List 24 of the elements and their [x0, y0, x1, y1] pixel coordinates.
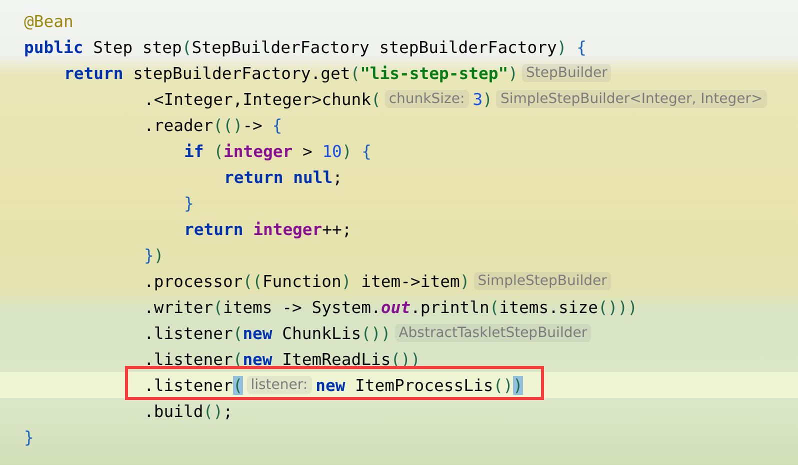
code-text: .processor((Function) item->item)	[144, 272, 470, 290]
inlay-hint: chunkSize:	[384, 90, 469, 108]
code-text: .reader(()-> {	[144, 116, 282, 134]
code-text: })	[144, 246, 164, 264]
code-text: .build();	[144, 402, 233, 420]
code-text: return integer++;	[184, 220, 352, 238]
code-text: .writer(items -> System.out.println(items.size()))	[144, 298, 638, 316]
inlay-hint: AbstractTaskletStepBuilder	[394, 324, 592, 342]
code-text: return null;	[224, 168, 342, 186]
code-text: if (integer > 10) {	[184, 142, 372, 160]
code-text: return stepBuilderFactory.get("lis-step-step")	[64, 64, 518, 82]
inlay-hint: SimpleStepBuilder	[474, 272, 611, 290]
code-text: .listener(new ChunkLis())	[144, 324, 391, 342]
code-text: 3)	[472, 90, 492, 108]
code-text: new ItemProcessLis())	[316, 376, 523, 394]
code-text: }	[24, 428, 34, 446]
code-text: @Bean	[24, 12, 74, 30]
code-text: public Step step(StepBuilderFactory stepBuilderFactory) {	[24, 38, 587, 56]
inlay-hint: listener:	[246, 376, 312, 394]
code-text: .<Integer,Integer>chunk(	[144, 90, 381, 108]
inlay-hint: StepBuilder	[522, 64, 612, 82]
code-text: .listener(	[144, 376, 243, 394]
code-text: }	[184, 194, 194, 212]
inlay-hint: SimpleStepBuilder<Integer, Integer>	[496, 90, 767, 108]
